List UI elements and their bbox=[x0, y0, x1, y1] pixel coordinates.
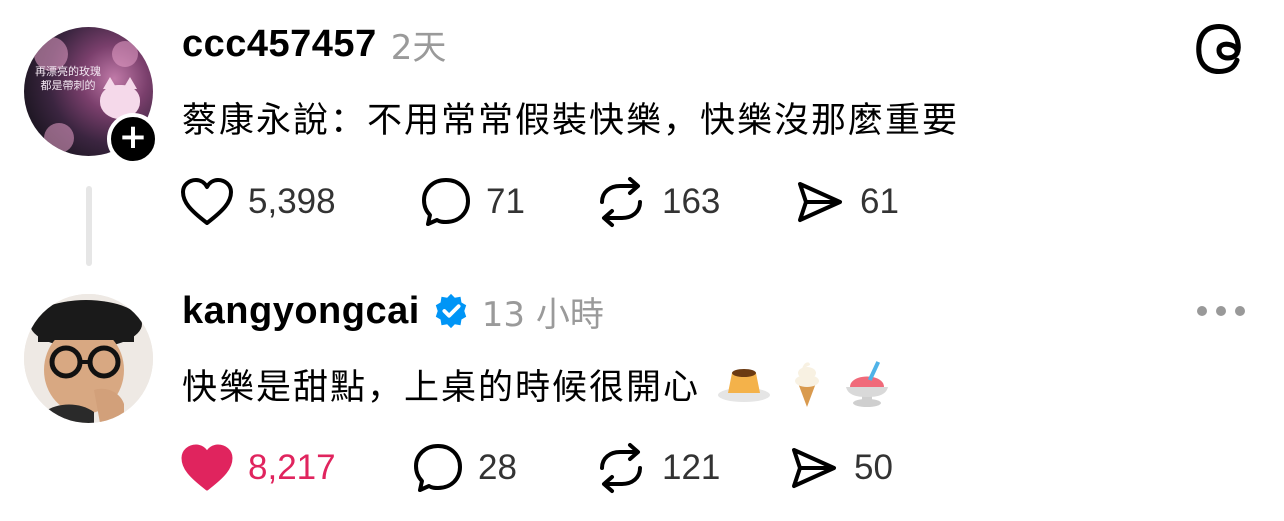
repost-count: 163 bbox=[662, 182, 721, 221]
repost-button[interactable]: 121 bbox=[594, 438, 720, 498]
avatar-portrait bbox=[24, 294, 153, 423]
heart-filled-icon bbox=[181, 444, 233, 491]
send-icon bbox=[792, 448, 836, 488]
repost-count: 121 bbox=[662, 448, 721, 487]
heart-icon bbox=[181, 178, 233, 225]
post-text: 蔡康永說：不用常常假裝快樂，快樂沒那麼重要 bbox=[182, 101, 960, 141]
soft-ice-cream-emoji-icon bbox=[795, 362, 820, 407]
avatar[interactable] bbox=[24, 294, 153, 423]
comment-bubble-icon bbox=[422, 178, 470, 226]
threads-logo-icon[interactable] bbox=[1192, 22, 1246, 76]
thread-connector-line bbox=[86, 186, 92, 266]
post-username[interactable]: ccc457457 bbox=[182, 23, 377, 66]
comment-button[interactable]: 71 bbox=[420, 172, 525, 232]
share-count: 50 bbox=[854, 448, 893, 487]
verified-badge-icon bbox=[435, 293, 466, 329]
follow-plus-icon[interactable]: + bbox=[107, 113, 159, 165]
share-count: 61 bbox=[860, 182, 899, 221]
comment-count: 28 bbox=[478, 448, 517, 487]
repost-button[interactable]: 163 bbox=[594, 172, 720, 232]
share-button[interactable]: 50 bbox=[788, 438, 893, 498]
send-icon bbox=[798, 182, 842, 222]
pudding-emoji-icon bbox=[718, 369, 771, 402]
like-button[interactable]: 8,217 bbox=[180, 438, 336, 498]
comment-count: 71 bbox=[486, 182, 525, 221]
like-count: 5,398 bbox=[248, 182, 336, 221]
comment-bubble-icon bbox=[414, 444, 462, 492]
comment-button[interactable]: 28 bbox=[412, 438, 517, 498]
like-button[interactable]: 5,398 bbox=[180, 172, 336, 232]
more-options-icon[interactable] bbox=[1196, 298, 1246, 324]
like-count: 8,217 bbox=[248, 448, 336, 487]
share-button[interactable]: 61 bbox=[794, 172, 899, 232]
post-time: 2天 bbox=[390, 27, 447, 68]
post-time: 13 小時 bbox=[481, 294, 604, 335]
avatar-caption: 再漂亮的玫瑰 都是帶刺的 bbox=[35, 65, 101, 92]
shaved-ice-emoji-icon bbox=[846, 361, 889, 407]
repost-icon bbox=[600, 443, 642, 493]
post-username[interactable]: kangyongcai bbox=[182, 290, 420, 333]
post-text: 快樂是甜點，上桌的時候很開心 bbox=[182, 367, 701, 408]
repost-icon bbox=[600, 177, 642, 227]
